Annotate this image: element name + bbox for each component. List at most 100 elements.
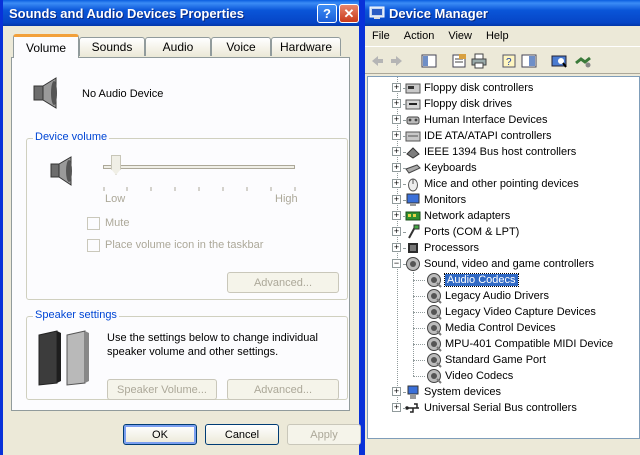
sound-window-title: Sounds and Audio Devices Properties xyxy=(9,5,245,21)
volume-slider-track[interactable] xyxy=(103,165,295,169)
slider-high-label: High xyxy=(275,193,298,205)
floppy-drive-icon xyxy=(405,96,421,112)
back-arrow-icon[interactable] xyxy=(369,53,385,69)
help-book-icon[interactable]: ? xyxy=(501,53,517,69)
menu-file[interactable]: File xyxy=(365,30,397,42)
expand-icon[interactable]: + xyxy=(392,387,401,396)
expand-icon[interactable]: + xyxy=(392,131,401,140)
tab-audio[interactable]: Audio xyxy=(145,37,211,56)
properties-icon[interactable] xyxy=(451,53,467,69)
device-category-label: Ports (COM & LPT) xyxy=(424,226,520,238)
device-row[interactable]: MPU-401 Compatible MIDI Device xyxy=(368,336,613,352)
speaker-volume-button[interactable]: Speaker Volume... xyxy=(107,379,217,400)
close-button[interactable]: ✕ xyxy=(339,4,359,23)
volume-advanced-button[interactable]: Advanced... xyxy=(227,272,339,293)
mouse-icon xyxy=(405,176,421,192)
device-row[interactable]: Audio Codecs xyxy=(368,272,519,288)
device-manager-app-icon xyxy=(369,5,385,21)
tab-hardware[interactable]: Hardware xyxy=(271,37,341,56)
device-category-row[interactable]: + Floppy disk controllers xyxy=(368,80,533,96)
apply-button[interactable]: Apply xyxy=(287,424,361,445)
device-category-row[interactable]: + System devices xyxy=(368,384,501,400)
hid-icon xyxy=(405,112,421,128)
device-category-row[interactable]: + Keyboards xyxy=(368,160,477,176)
ok-button[interactable]: OK xyxy=(123,424,197,445)
sound-device-icon xyxy=(426,304,442,320)
disable-device-icon[interactable] xyxy=(575,53,591,69)
help-button[interactable]: ? xyxy=(317,4,337,23)
device-category-row[interactable]: + Processors xyxy=(368,240,479,256)
usb-icon xyxy=(405,400,421,416)
devmgr-titlebar[interactable]: Device Manager xyxy=(365,0,640,26)
tree-connector-line xyxy=(403,408,405,409)
sound-window-titlebar[interactable]: Sounds and Audio Devices Properties ? ✕ xyxy=(3,0,359,26)
expand-icon[interactable]: + xyxy=(392,115,401,124)
devmgr-menubar: File Action View Help xyxy=(365,26,640,46)
device-row[interactable]: Legacy Audio Drivers xyxy=(368,288,549,304)
devmgr-toolbar: ? xyxy=(365,46,640,74)
expand-icon[interactable]: + xyxy=(392,243,401,252)
speaker-icon xyxy=(405,256,421,272)
expand-icon[interactable]: + xyxy=(392,83,401,92)
device-row[interactable]: Standard Game Port xyxy=(368,352,546,368)
tab-sounds[interactable]: Sounds xyxy=(79,37,145,56)
sound-device-icon xyxy=(426,288,442,304)
speaker-advanced-button[interactable]: Advanced... xyxy=(227,379,339,400)
forward-arrow-icon[interactable] xyxy=(389,53,405,69)
show-pane-icon[interactable] xyxy=(521,53,537,69)
device-category-label: Processors xyxy=(424,242,480,254)
mute-checkbox[interactable] xyxy=(87,217,100,230)
expand-icon[interactable]: + xyxy=(392,99,401,108)
device-label: Standard Game Port xyxy=(445,354,546,366)
show-hide-tree-icon[interactable] xyxy=(421,53,437,69)
device-label: Video Codecs xyxy=(445,370,514,382)
device-category-row[interactable]: + Ports (COM & LPT) xyxy=(368,224,519,240)
taskbar-icon-label: Place volume icon in the taskbar xyxy=(105,239,264,251)
expand-icon[interactable]: + xyxy=(392,227,401,236)
menu-action[interactable]: Action xyxy=(397,30,442,42)
menu-help[interactable]: Help xyxy=(479,30,516,42)
tree-connector-line xyxy=(413,344,425,345)
device-row[interactable]: Legacy Video Capture Devices xyxy=(368,304,596,320)
sound-device-icon xyxy=(426,336,442,352)
device-category-row[interactable]: + Network adapters xyxy=(368,208,510,224)
device-category-row[interactable]: − Sound, video and game controllers xyxy=(368,256,594,272)
device-category-row[interactable]: + IDE ATA/ATAPI controllers xyxy=(368,128,552,144)
expand-icon[interactable]: + xyxy=(392,179,401,188)
expand-icon[interactable]: + xyxy=(392,163,401,172)
device-category-row[interactable]: + IEEE 1394 Bus host controllers xyxy=(368,144,576,160)
tree-connector-line xyxy=(403,136,405,137)
print-icon[interactable] xyxy=(471,53,487,69)
expand-icon[interactable]: + xyxy=(392,403,401,412)
sound-device-icon xyxy=(426,320,442,336)
scan-hardware-icon[interactable] xyxy=(551,53,567,69)
device-row[interactable]: Video Codecs xyxy=(368,368,513,384)
device-tree[interactable]: + Floppy disk controllers + Floppy disk dri… xyxy=(367,76,640,439)
device-category-label: System devices xyxy=(424,386,502,398)
device-row[interactable]: Media Control Devices xyxy=(368,320,556,336)
speakers-icon xyxy=(37,329,93,390)
menu-view[interactable]: View xyxy=(441,30,479,42)
taskbar-icon-checkbox[interactable] xyxy=(87,239,100,252)
device-category-row[interactable]: + Universal Serial Bus controllers xyxy=(368,400,577,416)
device-category-row[interactable]: + Monitors xyxy=(368,192,466,208)
tree-connector-line xyxy=(413,312,425,313)
tree-connector-line xyxy=(413,296,425,297)
speaker-settings-description: Use the settings below to change individ… xyxy=(107,332,318,358)
expand-icon[interactable]: + xyxy=(392,147,401,156)
device-label: Legacy Audio Drivers xyxy=(445,290,549,302)
volume-slider-thumb[interactable] xyxy=(111,155,121,175)
expand-icon[interactable]: + xyxy=(392,195,401,204)
device-category-row[interactable]: + Mice and other pointing devices xyxy=(368,176,579,192)
expand-icon[interactable]: + xyxy=(392,211,401,220)
device-category-row[interactable]: + Floppy disk drives xyxy=(368,96,512,112)
speaker-settings-group: Speaker settings Use the settings below … xyxy=(26,309,348,400)
device-category-label: Mice and other pointing devices xyxy=(424,178,579,190)
device-category-row[interactable]: + Human Interface Devices xyxy=(368,112,548,128)
device-category-label: Network adapters xyxy=(424,210,511,222)
volume-tab-panel: No Audio Device Device volume Low High M… xyxy=(11,57,350,411)
collapse-icon[interactable]: − xyxy=(392,259,401,268)
tab-voice[interactable]: Voice xyxy=(211,37,271,56)
cancel-button[interactable]: Cancel xyxy=(205,424,279,445)
tab-volume[interactable]: Volume xyxy=(13,34,79,58)
